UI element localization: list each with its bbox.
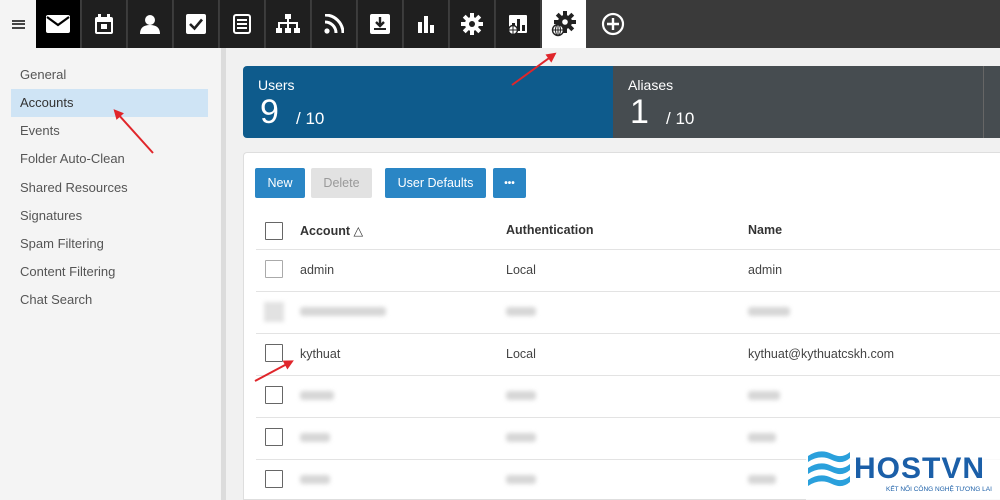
users-stat-limit: / 10 bbox=[296, 109, 325, 128]
row-authentication-blurred bbox=[506, 475, 536, 484]
row-divider bbox=[256, 291, 1000, 292]
sidebar-item-spam-filtering[interactable]: Spam Filtering bbox=[11, 230, 208, 258]
hamburger-menu-icon[interactable] bbox=[0, 0, 36, 48]
sidebar-item-signatures[interactable]: Signatures bbox=[11, 202, 208, 230]
settings-sidebar: General Accounts Events Folder Auto-Clea… bbox=[0, 48, 221, 500]
stat-card-partial bbox=[983, 66, 1000, 138]
row-divider bbox=[256, 333, 1000, 334]
row-account-blurred[interactable] bbox=[300, 307, 386, 316]
row-checkbox-blurred[interactable] bbox=[264, 302, 284, 322]
row-account-blurred[interactable] bbox=[300, 475, 330, 484]
row-checkbox[interactable] bbox=[265, 386, 283, 404]
new-button[interactable]: New bbox=[255, 168, 305, 198]
row-checkbox[interactable] bbox=[265, 344, 283, 362]
row-checkbox[interactable] bbox=[265, 260, 283, 278]
row-name-blurred bbox=[748, 433, 776, 442]
sidebar-item-chat-search[interactable]: Chat Search bbox=[11, 286, 208, 314]
hostvn-watermark-logo: HOSTVN KẾT NỐI CÔNG NGHỆ TƯƠNG LAI bbox=[806, 440, 1000, 500]
row-account[interactable]: kythuat bbox=[300, 347, 340, 361]
calendar-icon[interactable] bbox=[82, 0, 127, 48]
sidebar-item-general[interactable]: General bbox=[11, 61, 208, 89]
aliases-stat-label: Aliases bbox=[628, 77, 674, 93]
delete-button[interactable]: Delete bbox=[311, 168, 372, 198]
column-header-authentication[interactable]: Authentication bbox=[506, 223, 594, 237]
row-account-blurred[interactable] bbox=[300, 433, 330, 442]
row-authentication-blurred bbox=[506, 307, 536, 316]
row-authentication-blurred bbox=[506, 433, 536, 442]
row-authentication: Local bbox=[506, 347, 536, 361]
row-authentication: Local bbox=[506, 263, 536, 277]
watermark-brand: HOSTVN bbox=[854, 452, 986, 485]
aliases-stat-card[interactable]: Aliases 1 / 10 bbox=[613, 66, 983, 138]
select-all-checkbox[interactable] bbox=[265, 222, 283, 240]
tasks-icon[interactable] bbox=[174, 0, 219, 48]
user-defaults-button[interactable]: User Defaults bbox=[385, 168, 486, 198]
sidebar-item-content-filtering[interactable]: Content Filtering bbox=[11, 258, 208, 286]
add-icon[interactable] bbox=[590, 0, 635, 48]
file-storage-icon[interactable] bbox=[358, 0, 403, 48]
aliases-stat-value: 1 bbox=[630, 93, 649, 131]
row-name: kythuat@kythuatcskh.com bbox=[748, 347, 895, 361]
row-name-blurred bbox=[748, 307, 790, 316]
row-name-blurred bbox=[748, 391, 780, 400]
sidebar-item-folder-auto-clean[interactable]: Folder Auto-Clean bbox=[11, 145, 208, 173]
domain-reports-icon[interactable] bbox=[496, 0, 541, 48]
aliases-stat-limit: / 10 bbox=[666, 109, 695, 128]
more-actions-button[interactable]: ••• bbox=[493, 168, 526, 198]
row-checkbox[interactable] bbox=[265, 428, 283, 446]
column-header-name[interactable]: Name bbox=[748, 223, 782, 237]
main-content: Users 9 / 10 Aliases 1 / 10 New Delete U… bbox=[226, 48, 1000, 500]
users-stat-label: Users bbox=[258, 77, 295, 93]
notes-icon[interactable] bbox=[220, 0, 265, 48]
header-divider bbox=[256, 249, 1000, 250]
users-stat-value: 9 bbox=[260, 93, 279, 131]
domain-settings-icon[interactable] bbox=[542, 0, 587, 48]
row-account-blurred[interactable] bbox=[300, 391, 334, 400]
row-account[interactable]: admin bbox=[300, 263, 334, 277]
sidebar-item-shared-resources[interactable]: Shared Resources bbox=[11, 174, 208, 202]
top-toolbar bbox=[0, 0, 1000, 48]
watermark-tagline: KẾT NỐI CÔNG NGHỆ TƯƠNG LAI bbox=[886, 486, 992, 493]
row-checkbox[interactable] bbox=[265, 470, 283, 488]
sitemap-icon[interactable] bbox=[266, 0, 311, 48]
row-divider bbox=[256, 375, 1000, 376]
sidebar-item-events[interactable]: Events bbox=[11, 117, 208, 145]
contacts-icon[interactable] bbox=[128, 0, 173, 48]
row-authentication-blurred bbox=[506, 391, 536, 400]
mail-icon[interactable] bbox=[36, 0, 81, 48]
rss-icon[interactable] bbox=[312, 0, 357, 48]
row-name-blurred bbox=[748, 475, 776, 484]
row-name: admin bbox=[748, 263, 783, 277]
reports-icon[interactable] bbox=[404, 0, 449, 48]
settings-icon[interactable] bbox=[450, 0, 495, 48]
users-stat-card[interactable]: Users 9 / 10 bbox=[243, 66, 613, 138]
row-divider bbox=[256, 417, 1000, 418]
column-header-account[interactable]: Account △ bbox=[300, 223, 363, 238]
